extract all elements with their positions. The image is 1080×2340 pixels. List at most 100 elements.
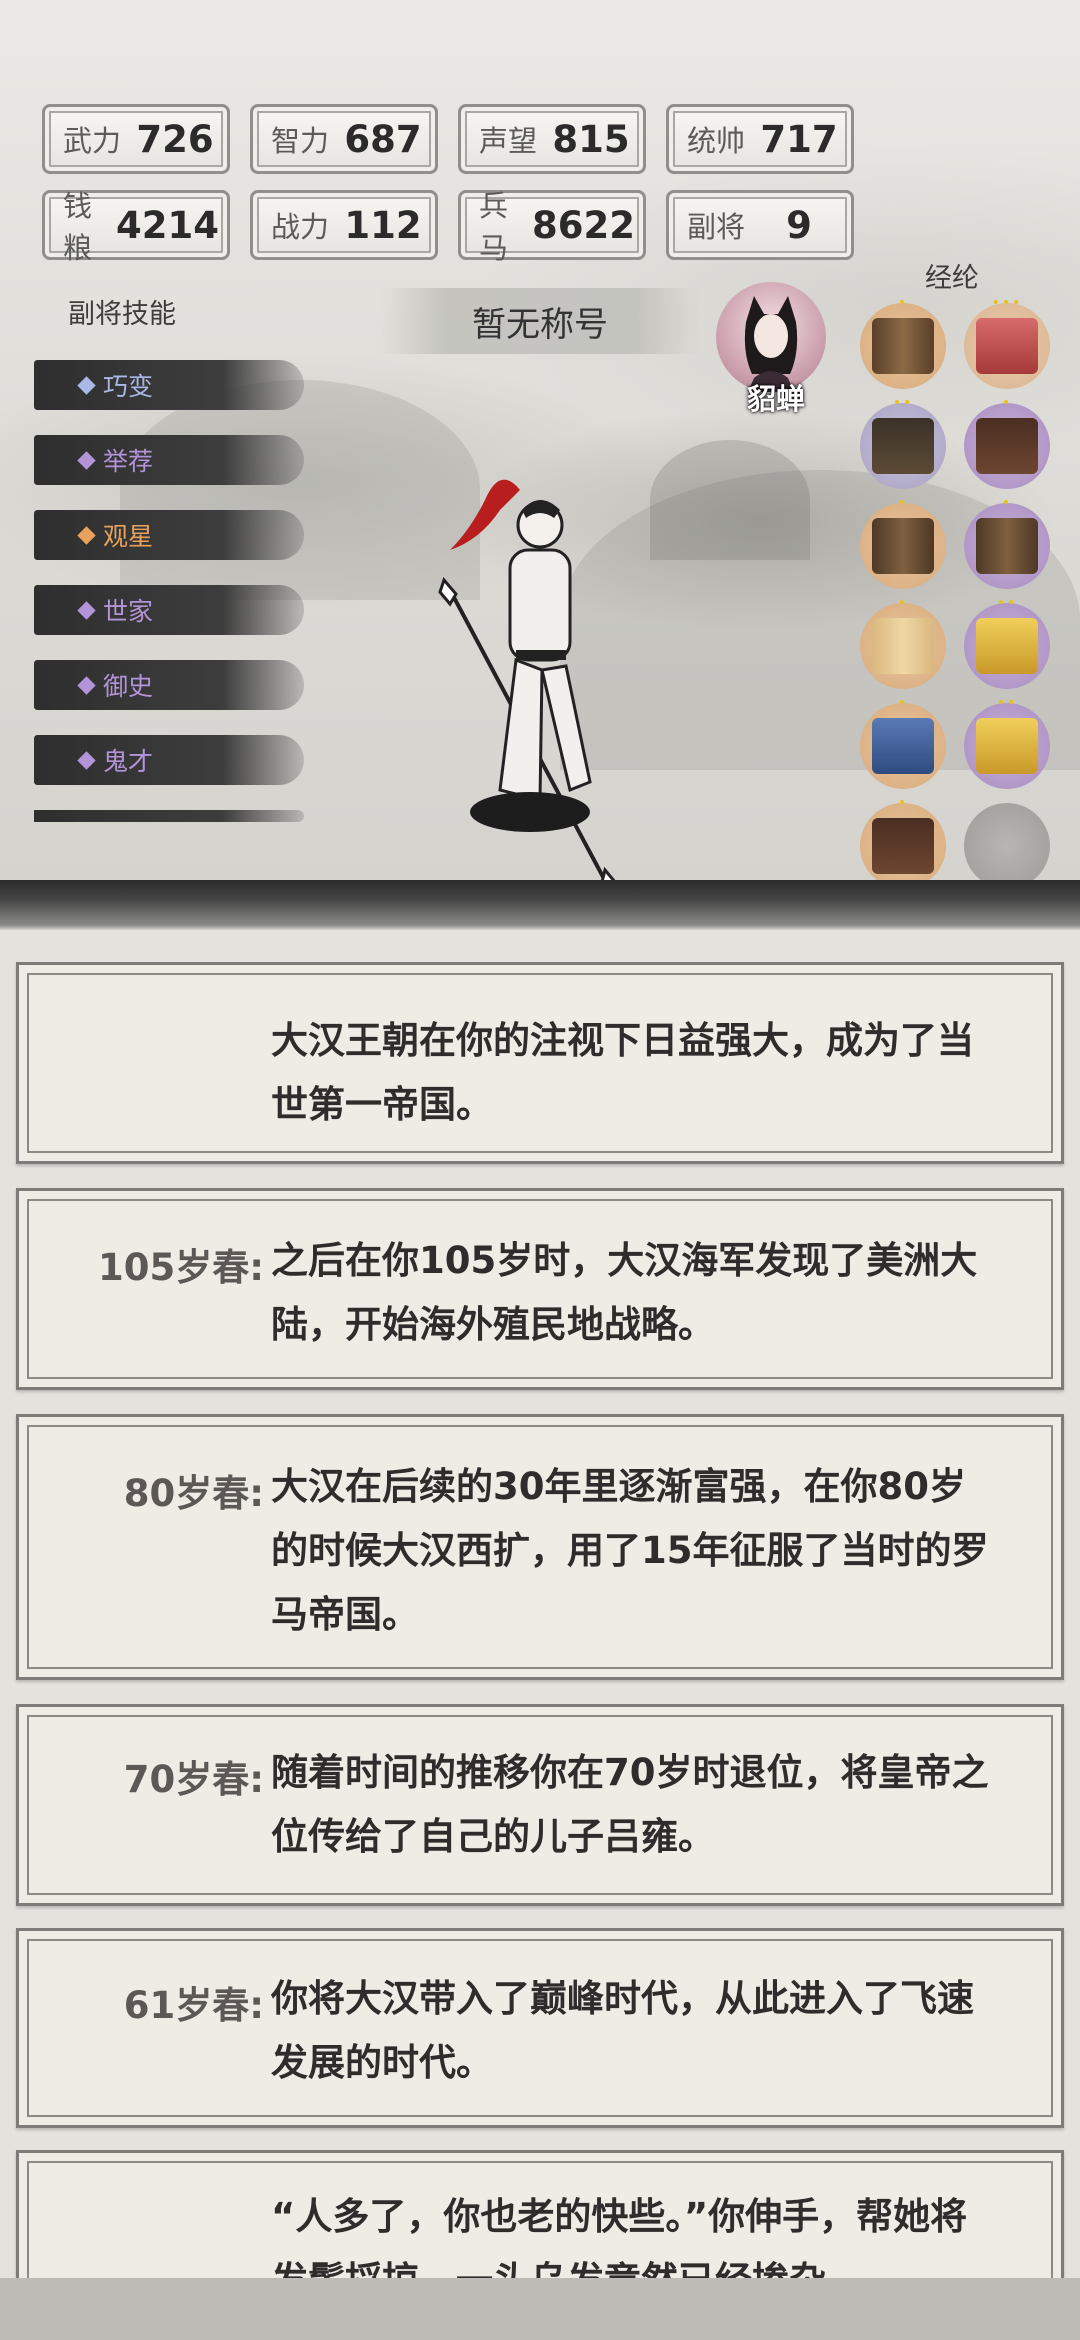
stat-cell: 副将 9 xyxy=(666,190,854,260)
star-rating: • xyxy=(897,495,909,511)
event-text: 之后在你105岁时，大汉海军发现了美洲大陆，开始海外殖民地战略。 xyxy=(271,1239,978,1346)
stat-value: 726 xyxy=(136,117,214,161)
book-box-icon-body xyxy=(976,318,1038,374)
stat-cell: 统帅 717 xyxy=(666,104,854,174)
ground-strip xyxy=(0,880,1080,930)
star-rating: ••• xyxy=(991,295,1023,311)
scroll-icon[interactable]: • xyxy=(860,495,946,589)
diamond-icon xyxy=(77,375,96,395)
stat-cell: 武力 726 xyxy=(42,104,230,174)
event-text: 随着时间的推移你在70岁时退位，将皇帝之位传给了自己的儿子吕雍。 xyxy=(271,1751,989,1858)
mountain-shape xyxy=(120,380,480,600)
star-rating: • xyxy=(897,795,909,811)
bottom-bar xyxy=(0,2278,1080,2340)
stat-label: 声望 xyxy=(479,124,538,158)
skills-title: 副将技能 xyxy=(68,299,176,330)
stat-label: 副将 xyxy=(687,210,746,244)
star-rating: •• xyxy=(996,595,1018,611)
star-rating: • xyxy=(897,595,909,611)
skill-item[interactable]: 鬼才 xyxy=(34,735,304,785)
book-stack-icon-body xyxy=(872,418,934,474)
scroll-icon-body xyxy=(976,518,1038,574)
star-rating: •• xyxy=(892,395,914,411)
stat-label: 统帅 xyxy=(687,124,746,158)
stat-cell: 战力 112 xyxy=(250,190,438,260)
skill-name: 巧变 xyxy=(103,372,154,401)
book-stack-icon-body xyxy=(872,818,934,874)
skill-name: 举荐 xyxy=(103,447,154,476)
skill-name: 世家 xyxy=(103,597,154,626)
event-card: 105岁春: 之后在你105岁时，大汉海军发现了美洲大陆，开始海外殖民地战略。 xyxy=(16,1188,1064,1390)
event-age: 105岁春: xyxy=(97,1246,264,1289)
skill-item-partial[interactable] xyxy=(34,810,304,822)
skill-item[interactable]: 御史 xyxy=(34,660,304,710)
stat-cell: 声望 815 xyxy=(458,104,646,174)
stat-value: 815 xyxy=(552,117,630,161)
diamond-icon xyxy=(77,450,96,470)
diamond-icon xyxy=(77,525,96,545)
star-rating: •• xyxy=(996,695,1018,711)
stat-value: 687 xyxy=(344,117,422,161)
skill-name: 观星 xyxy=(103,522,154,551)
stat-label: 战力 xyxy=(271,210,330,244)
book-stack-icon[interactable]: • xyxy=(964,395,1050,489)
star-rating: • xyxy=(897,295,909,311)
stat-value: 8622 xyxy=(532,203,635,247)
scroll-icon[interactable]: • xyxy=(964,495,1050,589)
book-box-icon-body xyxy=(976,718,1038,774)
skill-item[interactable]: 世家 xyxy=(34,585,304,635)
book-box-icon[interactable]: •• xyxy=(964,695,1050,789)
skill-item[interactable]: 巧变 xyxy=(34,360,304,410)
scroll-icon[interactable]: • xyxy=(860,295,946,389)
event-text: 大汉王朝在你的注视下日益强大，成为了当世第一帝国。 xyxy=(271,1019,974,1126)
stat-cell: 智力 687 xyxy=(250,104,438,174)
book-box-icon[interactable]: ••• xyxy=(964,295,1050,389)
stat-value: 9 xyxy=(786,203,812,247)
event-age: 61岁春: xyxy=(123,1984,264,2027)
empty-slot-icon[interactable] xyxy=(964,803,1050,889)
book-stack-icon[interactable]: • xyxy=(860,795,946,889)
open-book-icon[interactable]: • xyxy=(860,595,946,689)
hero-title: 暂无称号 xyxy=(380,288,700,354)
skill-item[interactable]: 观星 xyxy=(34,510,304,560)
stat-label: 兵马 xyxy=(479,189,509,265)
diamond-icon xyxy=(77,750,96,770)
event-card: 61岁春: 你将大汉带入了巅峰时代，从此进入了飞速发展的时代。 xyxy=(16,1928,1064,2128)
stat-cell: 钱粮 4214 xyxy=(42,189,230,265)
stat-value: 717 xyxy=(760,117,838,161)
scroll-icon-body xyxy=(872,318,934,374)
event-age: 80岁春: xyxy=(123,1472,264,1515)
book-box-icon-body xyxy=(976,618,1038,674)
diamond-icon xyxy=(77,675,96,695)
event-card: 70岁春: 随着时间的推移你在70岁时退位，将皇帝之位传给了自己的儿子吕雍。 xyxy=(16,1704,1064,1906)
event-age: 70岁春: xyxy=(123,1758,264,1801)
hero-panel: 武力 726 智力 687 声望 815 统帅 717 钱粮 4214 战力 1… xyxy=(0,0,1080,930)
skill-item[interactable]: 举荐 xyxy=(34,435,304,485)
book-stack-icon-body xyxy=(976,418,1038,474)
star-rating: • xyxy=(1001,495,1013,511)
event-card: 80岁春: 大汉在后续的30年里逐渐富强，在你80岁的时候大汉西扩，用了15年征… xyxy=(16,1414,1064,1680)
skill-name: 鬼才 xyxy=(103,747,154,776)
book-box-icon-body xyxy=(872,718,934,774)
star-rating: • xyxy=(1001,395,1013,411)
stat-label: 智力 xyxy=(271,124,330,158)
diamond-icon xyxy=(77,600,96,620)
scroll-icon-body xyxy=(872,518,934,574)
star-rating: • xyxy=(897,695,909,711)
event-text: 大汉在后续的30年里逐渐富强，在你80岁的时候大汉西扩，用了15年征服了当时的罗… xyxy=(271,1465,989,1636)
hero-figure-icon xyxy=(438,479,632,900)
event-text: 你将大汉带入了巅峰时代，从此进入了飞速发展的时代。 xyxy=(271,1977,974,2084)
stat-cell: 兵马 8622 xyxy=(458,189,646,265)
stat-value: 4214 xyxy=(116,203,219,247)
book-box-icon[interactable]: •• xyxy=(964,595,1050,689)
books-title: 经纶 xyxy=(925,263,979,294)
companion-name: 貂蝉 xyxy=(746,382,805,416)
stat-value: 112 xyxy=(344,203,422,247)
book-box-icon[interactable]: • xyxy=(860,695,946,789)
skill-name: 御史 xyxy=(103,672,154,701)
stat-label: 武力 xyxy=(63,124,122,158)
open-book-icon-body xyxy=(872,618,934,674)
event-card: 大汉王朝在你的注视下日益强大，成为了当世第一帝国。 xyxy=(16,962,1064,1164)
book-stack-icon[interactable]: •• xyxy=(860,395,946,489)
stat-label: 钱粮 xyxy=(63,189,93,265)
